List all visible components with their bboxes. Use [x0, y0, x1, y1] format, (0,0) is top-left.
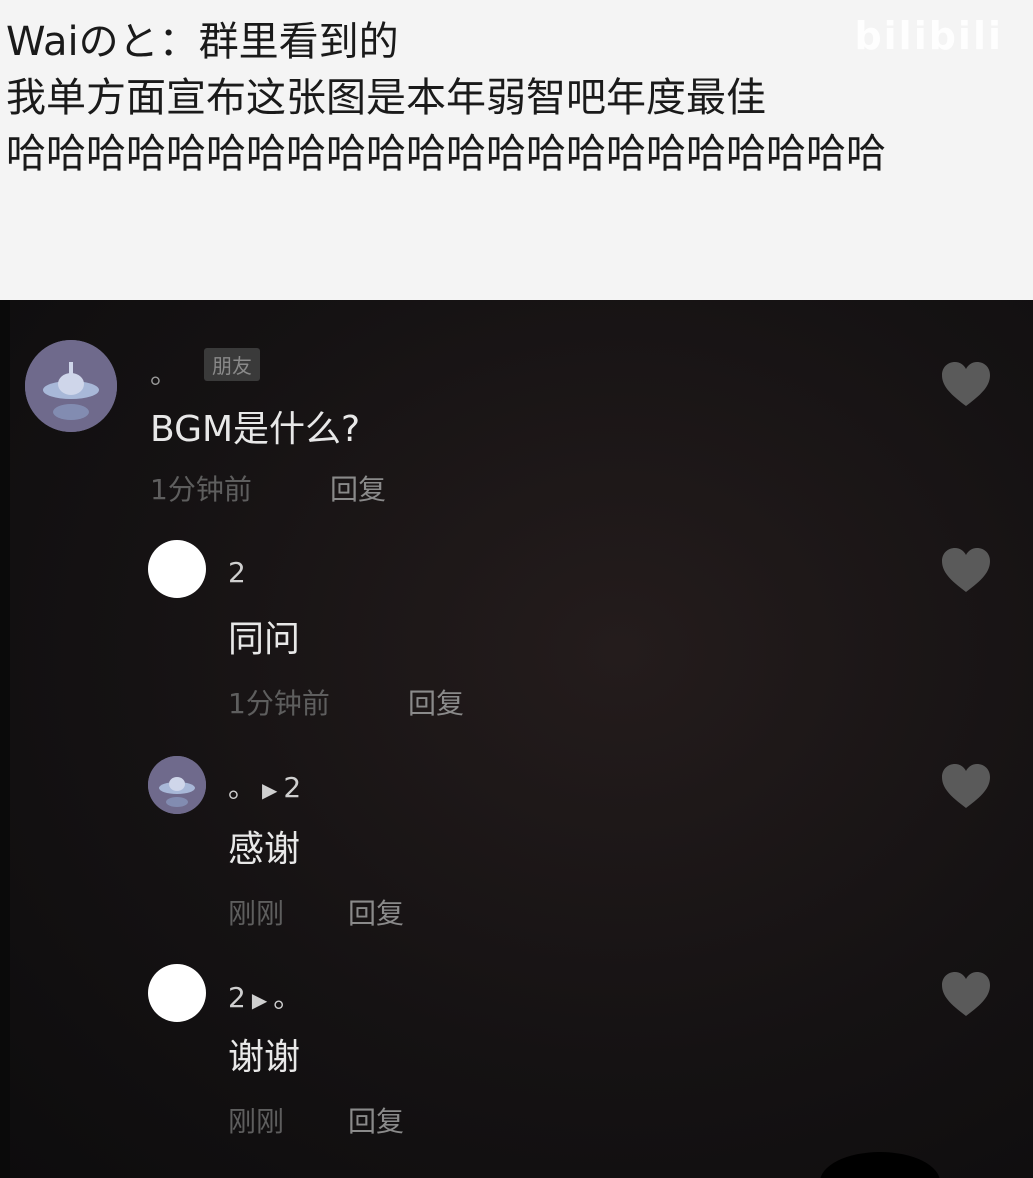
- avatar[interactable]: [148, 964, 206, 1022]
- comment-reply-item: 。 ▶ 2 感谢 刚刚 回复: [0, 750, 1033, 950]
- heart-icon[interactable]: [940, 360, 992, 408]
- comment-username[interactable]: 2: [228, 556, 246, 589]
- ufo-avatar-icon: [25, 340, 117, 432]
- heart-icon[interactable]: [940, 762, 992, 810]
- reply-button[interactable]: 回复: [348, 892, 404, 932]
- comment-time: 1分钟前: [150, 473, 252, 506]
- heart-icon[interactable]: [940, 970, 992, 1018]
- reply-button[interactable]: 回复: [330, 468, 386, 508]
- avatar[interactable]: [148, 540, 206, 598]
- post-headline: 我单方面宣布这张图是本年弱智吧年度最佳: [6, 75, 766, 121]
- comment-reply-item: 2 ▶。 谢谢 刚刚 回复: [0, 960, 1033, 1160]
- play-arrow-icon: ▶: [251, 988, 268, 1012]
- comment-text: BGM是什么?: [150, 409, 361, 450]
- avatar[interactable]: [148, 756, 206, 814]
- reply-button[interactable]: 回复: [348, 1100, 404, 1140]
- heart-icon[interactable]: [940, 546, 992, 594]
- comment-text: 谢谢: [228, 1037, 301, 1078]
- friend-badge: 朋友: [204, 348, 260, 381]
- post-laugh-line: 哈哈哈哈哈哈哈哈哈哈哈哈哈哈哈哈哈哈哈哈哈哈: [6, 131, 886, 177]
- comment-username[interactable]: 。: [150, 352, 178, 392]
- reply-button[interactable]: 回复: [408, 682, 464, 722]
- comment-text: 感谢: [228, 829, 301, 870]
- ufo-avatar-icon: [148, 756, 206, 814]
- reply-thread-users: 2 ▶。: [228, 976, 301, 1016]
- bilibili-watermark-logo: bilibili: [854, 14, 1003, 58]
- avatar[interactable]: [25, 340, 117, 432]
- comment-username[interactable]: 。: [228, 771, 256, 804]
- comment-text: 同问: [228, 619, 301, 660]
- reply-thread-users: 。 ▶ 2: [228, 766, 301, 806]
- reply-to-username[interactable]: 。: [273, 981, 301, 1014]
- comment-username[interactable]: 2: [228, 981, 246, 1014]
- comment-time: 1分钟前: [228, 687, 330, 720]
- comment-time: 刚刚: [228, 1105, 285, 1138]
- comment-time: 刚刚: [228, 897, 285, 930]
- reply-to-username[interactable]: 2: [283, 771, 301, 804]
- play-arrow-icon: ▶: [262, 778, 278, 802]
- comment-screenshot: 。 朋友 BGM是什么? 1分钟前 回复 2 同问 1分钟前 回复 。▶2: [0, 300, 1033, 1178]
- comment-reply-item: 2 同问 1分钟前 回复: [0, 530, 1033, 730]
- comment-item: 。 朋友 BGM是什么? 1分钟前 回复: [0, 300, 1033, 520]
